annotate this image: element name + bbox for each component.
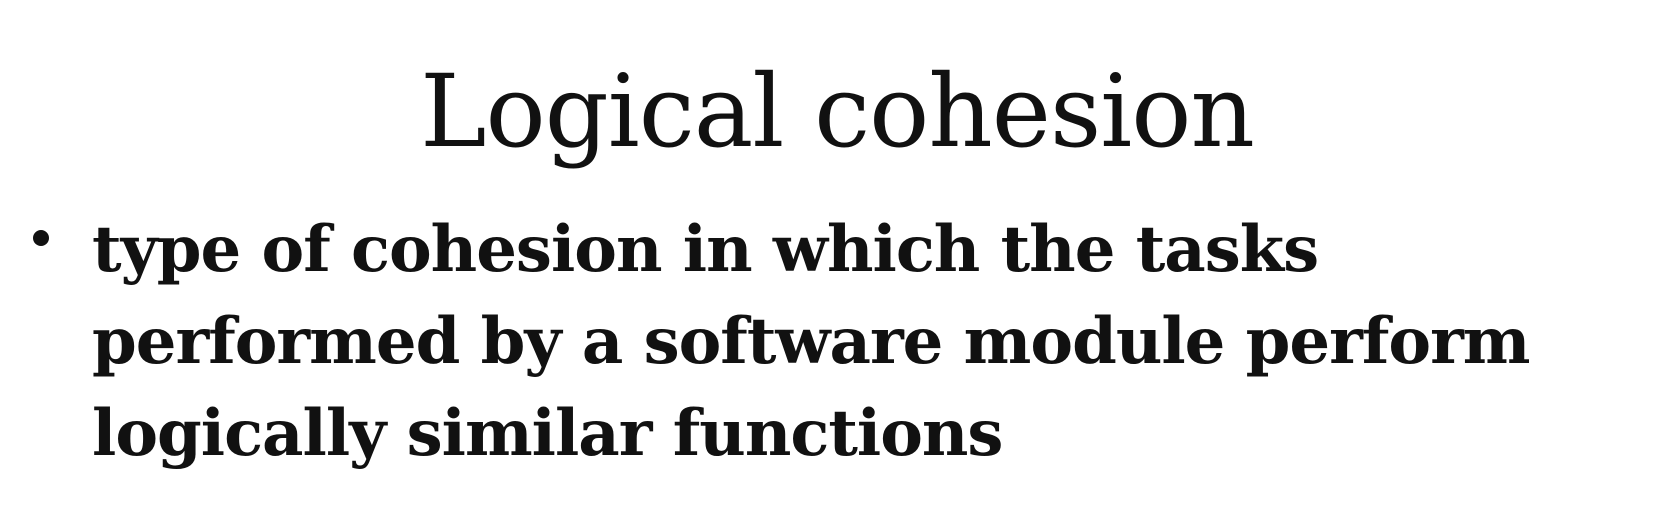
- bullet-list: type of cohesion in which the tasks perf…: [0, 212, 1674, 480]
- bullet-icon: [33, 230, 49, 246]
- slide: Logical cohesion type of cohesion in whi…: [0, 0, 1674, 530]
- bullet-text: type of cohesion in which the tasks perf…: [92, 212, 1531, 471]
- slide-title: Logical cohesion: [420, 53, 1255, 170]
- bullet-item: type of cohesion in which the tasks perf…: [0, 204, 1632, 480]
